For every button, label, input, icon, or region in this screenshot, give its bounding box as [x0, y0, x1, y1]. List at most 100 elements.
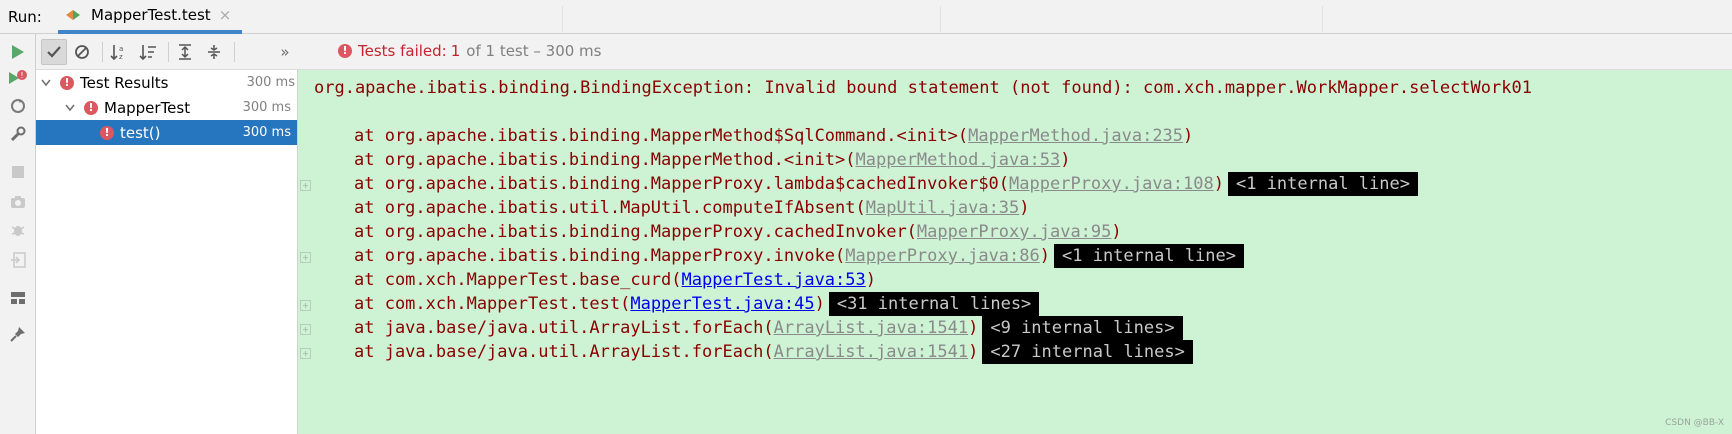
fold-icon[interactable]: + — [300, 324, 311, 335]
tree-item-mappertest[interactable]: ! MapperTest 300 ms — [36, 95, 297, 120]
frame-method: at java.base/java.util.ArrayList.forEach… — [354, 318, 774, 338]
camera-icon[interactable] — [8, 192, 28, 212]
frame-suffix: ) — [1183, 126, 1194, 146]
check-icon — [47, 46, 61, 58]
frame-suffix: ) — [1213, 174, 1224, 194]
frame-method: at org.apache.ibatis.binding.MapperProxy… — [354, 174, 1010, 194]
frame-suffix: ) — [968, 342, 979, 362]
internal-lines-badge[interactable]: <27 internal lines> — [982, 340, 1193, 364]
failed-icon: ! — [60, 75, 74, 90]
stop-icon[interactable] — [8, 162, 28, 182]
frame-suffix: ) — [1060, 150, 1071, 170]
import-icon[interactable] — [8, 250, 28, 270]
more-actions-button[interactable]: » — [272, 39, 298, 65]
frame-suffix: ) — [1039, 246, 1050, 266]
stack-frame: at org.apache.ibatis.binding.MapperProxy… — [354, 172, 1418, 196]
close-icon[interactable]: × — [219, 6, 232, 24]
source-link[interactable]: MapperMethod.java:235 — [968, 126, 1183, 146]
frame-suffix: ) — [968, 318, 979, 338]
tab-mappertest[interactable]: MapperTest.test × — [58, 0, 242, 34]
debug-icon[interactable] — [8, 220, 28, 240]
sort-alpha-button[interactable]: az — [106, 39, 132, 65]
exception-message: org.apache.ibatis.binding.BindingExcepti… — [314, 78, 1532, 98]
divider — [940, 6, 941, 32]
collapse-all-icon — [208, 45, 220, 59]
expand-all-icon — [179, 44, 191, 60]
tree-item-label: Test Results — [80, 73, 169, 92]
svg-text:!: ! — [20, 71, 23, 80]
layout-icon[interactable] — [8, 288, 28, 308]
sort-duration-icon — [139, 45, 156, 60]
ignored-icon — [75, 45, 89, 59]
stack-frame: at org.apache.ibatis.binding.MapperProxy… — [354, 222, 1122, 242]
divider — [234, 42, 235, 62]
stack-frame: at com.xch.MapperTest.test(MapperTest.ja… — [354, 292, 1040, 316]
frame-suffix: ) — [865, 270, 876, 290]
rerun-icon[interactable] — [8, 42, 28, 62]
frame-suffix: ) — [1111, 222, 1122, 242]
fold-icon[interactable]: + — [300, 180, 311, 191]
tree-item-test-results[interactable]: ! Test Results 300 ms — [36, 70, 301, 95]
internal-lines-badge[interactable]: <1 internal line> — [1054, 244, 1244, 268]
expand-all-button[interactable] — [172, 39, 198, 65]
watermark: CSDN @BB-X — [1665, 418, 1724, 428]
internal-lines-badge[interactable]: <1 internal line> — [1227, 172, 1418, 196]
stack-frame: at java.base/java.util.ArrayList.forEach… — [354, 316, 1183, 340]
source-link[interactable]: MapperTest.java:45 — [630, 294, 814, 314]
source-link[interactable]: MapperTest.java:53 — [682, 270, 866, 290]
internal-lines-badge[interactable]: <9 internal lines> — [982, 316, 1183, 340]
source-link[interactable]: MapperMethod.java:53 — [856, 150, 1061, 170]
frame-suffix: ) — [1019, 198, 1030, 218]
stack-frame: at java.base/java.util.ArrayList.forEach… — [354, 340, 1193, 364]
wrench-icon[interactable] — [8, 124, 28, 144]
tree-item-label: MapperTest — [104, 98, 191, 117]
source-link[interactable]: MapUtil.java:35 — [866, 198, 1020, 218]
svg-text:z: z — [119, 53, 123, 60]
pin-icon[interactable] — [8, 324, 28, 344]
rerun-failed-icon[interactable]: ! — [8, 68, 28, 88]
tab-title: MapperTest.test — [91, 6, 211, 24]
test-status: ! Tests failed: 1 of 1 test – 300 ms — [338, 42, 602, 60]
internal-lines-badge[interactable]: <31 internal lines> — [828, 292, 1040, 316]
stack-frame: at com.xch.MapperTest.base_curd(MapperTe… — [354, 270, 876, 290]
tree-item-label: test() — [120, 123, 161, 142]
divider — [168, 42, 169, 62]
sort-alpha-icon: az — [110, 45, 123, 60]
fold-icon[interactable]: + — [300, 348, 311, 359]
fold-icon[interactable]: + — [300, 300, 311, 311]
source-link[interactable]: MapperProxy.java:108 — [1009, 174, 1214, 194]
failed-icon: ! — [100, 125, 114, 140]
source-link[interactable]: MapperProxy.java:95 — [917, 222, 1111, 242]
svg-text:a: a — [119, 45, 123, 53]
toggle-auto-test-icon[interactable] — [8, 96, 28, 116]
show-passed-button[interactable] — [41, 39, 67, 65]
divider — [562, 6, 563, 32]
divider — [102, 42, 103, 62]
tree-item-time: 300 ms — [246, 75, 295, 90]
collapse-all-button[interactable] — [201, 39, 227, 65]
chevron-down-icon[interactable] — [64, 101, 76, 115]
tree-item-test[interactable]: ! test() 300 ms — [36, 120, 297, 145]
test-tree: ! Test Results 300 ms ! MapperTest 300 m… — [36, 70, 298, 434]
show-ignored-button[interactable] — [69, 39, 95, 65]
status-failed-count: 1 — [450, 42, 461, 60]
frame-method: at com.xch.MapperTest.base_curd( — [354, 270, 682, 290]
fold-icon[interactable]: + — [300, 252, 311, 263]
run-tabbar: Run: MapperTest.test × — [0, 0, 1732, 34]
junit-icon — [66, 8, 84, 22]
frame-method: at org.apache.ibatis.util.MapUtil.comput… — [354, 198, 866, 218]
source-link[interactable]: MapperProxy.java:86 — [845, 246, 1039, 266]
sort-duration-button[interactable] — [135, 39, 161, 65]
divider — [1322, 6, 1323, 32]
console-output[interactable]: org.apache.ibatis.binding.BindingExcepti… — [298, 70, 1732, 434]
frame-suffix: ) — [814, 294, 825, 314]
stack-frame: at org.apache.ibatis.binding.MapperMetho… — [354, 126, 1193, 146]
frame-method: at java.base/java.util.ArrayList.forEach… — [354, 342, 774, 362]
source-link[interactable]: ArrayList.java:1541 — [774, 318, 968, 338]
source-link[interactable]: ArrayList.java:1541 — [774, 342, 968, 362]
frame-method: at org.apache.ibatis.binding.MapperMetho… — [354, 150, 856, 170]
frame-method: at org.apache.ibatis.binding.MapperProxy… — [354, 222, 917, 242]
test-toolbar: az » ! Tests failed: 1 of 1 test – 300 m… — [36, 34, 1732, 70]
left-toolbar: ! — [0, 34, 36, 434]
chevron-down-icon[interactable] — [40, 76, 52, 90]
